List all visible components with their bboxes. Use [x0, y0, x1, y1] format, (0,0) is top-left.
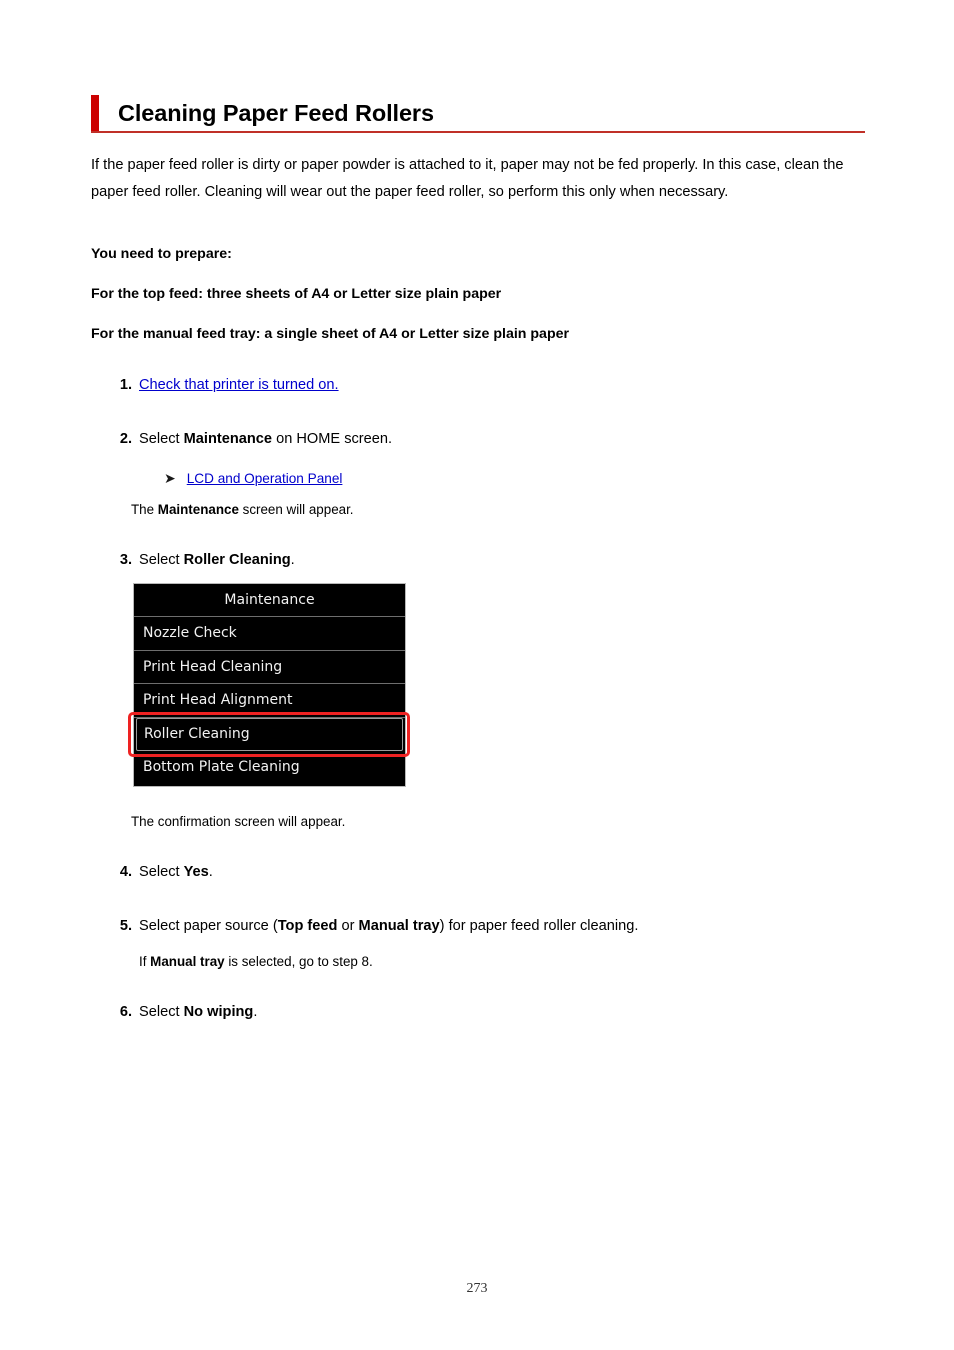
- step-3-bold: Roller Cleaning: [183, 552, 291, 568]
- step-4-text-before: Select: [139, 864, 184, 880]
- step-4-bold: Yes: [183, 864, 209, 880]
- step-2-number: 2.: [119, 431, 132, 447]
- prepare-top-feed: For the top feed: three sheets of A4 or …: [91, 286, 502, 302]
- lcd-menu-item-print-head-alignment[interactable]: Print Head Alignment: [134, 684, 405, 718]
- step-3-text-before: Select: [139, 552, 184, 568]
- prepare-manual-feed: For the manual feed tray: a single sheet…: [91, 326, 570, 342]
- title-accent-bar: [91, 95, 99, 133]
- lcd-menu-item-nozzle-check[interactable]: Nozzle Check: [134, 617, 405, 651]
- step-5-text-1: Select paper source (: [139, 918, 278, 934]
- step-2-bold: Maintenance: [183, 431, 273, 447]
- right-arrow-icon: ➤: [164, 470, 176, 486]
- step-5-note: If Manual tray is selected, go to step 8…: [139, 952, 638, 972]
- step-3: 3. Select Roller Cleaning.: [106, 550, 295, 571]
- step-5-note-1: If: [139, 954, 151, 969]
- step-3-body: Select Roller Cleaning.: [139, 550, 295, 571]
- step-5-text-3: ) for paper feed roller cleaning.: [439, 918, 639, 934]
- step-6: 6. Select No wiping.: [106, 1002, 258, 1023]
- document-page: Cleaning Paper Feed Rollers If the paper…: [0, 0, 954, 1350]
- lcd-menu-item-print-head-cleaning[interactable]: Print Head Cleaning: [134, 651, 405, 684]
- intro-paragraph: If the paper feed roller is dirty or pap…: [91, 157, 844, 200]
- step-2-sublink-row: ➤ LCD and Operation Panel: [164, 468, 392, 489]
- link-lcd-operation-panel[interactable]: LCD and Operation Panel: [187, 468, 343, 489]
- step-2: 2. Select Maintenance on HOME screen. ➤ …: [106, 429, 392, 489]
- step-6-text-after: .: [253, 1004, 258, 1020]
- step-2-body: Select Maintenance on HOME screen. ➤ LCD…: [139, 429, 392, 489]
- step-4-text-after: .: [208, 864, 213, 880]
- title-row: Cleaning Paper Feed Rollers: [91, 94, 865, 134]
- step-3-note: The confirmation screen will appear.: [131, 814, 346, 829]
- step-4: 4. Select Yes.: [106, 862, 213, 883]
- step-5-number: 5.: [119, 918, 132, 934]
- step-6-text-before: Select: [139, 1004, 184, 1020]
- step-2-note: The Maintenance screen will appear.: [131, 500, 354, 520]
- step-6-body: Select No wiping.: [139, 1002, 257, 1023]
- lcd-screen-title: Maintenance: [134, 584, 405, 617]
- link-check-printer-on[interactable]: Check that printer is turned on.: [139, 377, 339, 393]
- page-number: 273: [466, 1281, 488, 1296]
- step-1: 1. Check that printer is turned on.: [106, 375, 339, 396]
- step-6-number: 6.: [119, 1004, 132, 1020]
- prepare-heading: You need to prepare:: [91, 246, 232, 262]
- step-4-number: 4.: [119, 864, 132, 880]
- lcd-menu-item-roller-cleaning[interactable]: Roller Cleaning: [136, 717, 403, 751]
- step-2-note-after: screen will appear.: [238, 502, 354, 517]
- step-2-text-after: on HOME screen.: [272, 431, 393, 447]
- step-5-body: Select paper source (Top feed or Manual …: [139, 916, 638, 972]
- page-title: Cleaning Paper Feed Rollers: [118, 100, 434, 127]
- lcd-menu-item-bottom-plate-cleaning[interactable]: Bottom Plate Cleaning: [134, 751, 405, 785]
- step-5-bold-top-feed: Top feed: [277, 918, 338, 934]
- step-5-bold-manual-tray: Manual tray: [358, 918, 440, 934]
- step-5-note-bold: Manual tray: [150, 954, 225, 969]
- step-4-body: Select Yes.: [139, 862, 213, 883]
- title-divider: [91, 131, 865, 133]
- step-5-note-2: is selected, go to step 8.: [224, 954, 373, 969]
- step-2-note-bold: Maintenance: [157, 502, 239, 517]
- page-title-block: Cleaning Paper Feed Rollers: [91, 94, 865, 134]
- step-3-text-after: .: [290, 552, 295, 568]
- lcd-maintenance-screen: Maintenance Nozzle Check Print Head Clea…: [133, 583, 406, 787]
- step-5-text-2: or: [337, 918, 359, 934]
- step-1-body: Check that printer is turned on.: [139, 375, 339, 396]
- step-2-note-before: The: [131, 502, 158, 517]
- step-1-number: 1.: [119, 377, 132, 393]
- step-3-number: 3.: [119, 552, 132, 568]
- step-5: 5. Select paper source (Top feed or Manu…: [106, 916, 639, 972]
- step-2-text-before: Select: [139, 431, 184, 447]
- step-6-bold: No wiping: [183, 1004, 254, 1020]
